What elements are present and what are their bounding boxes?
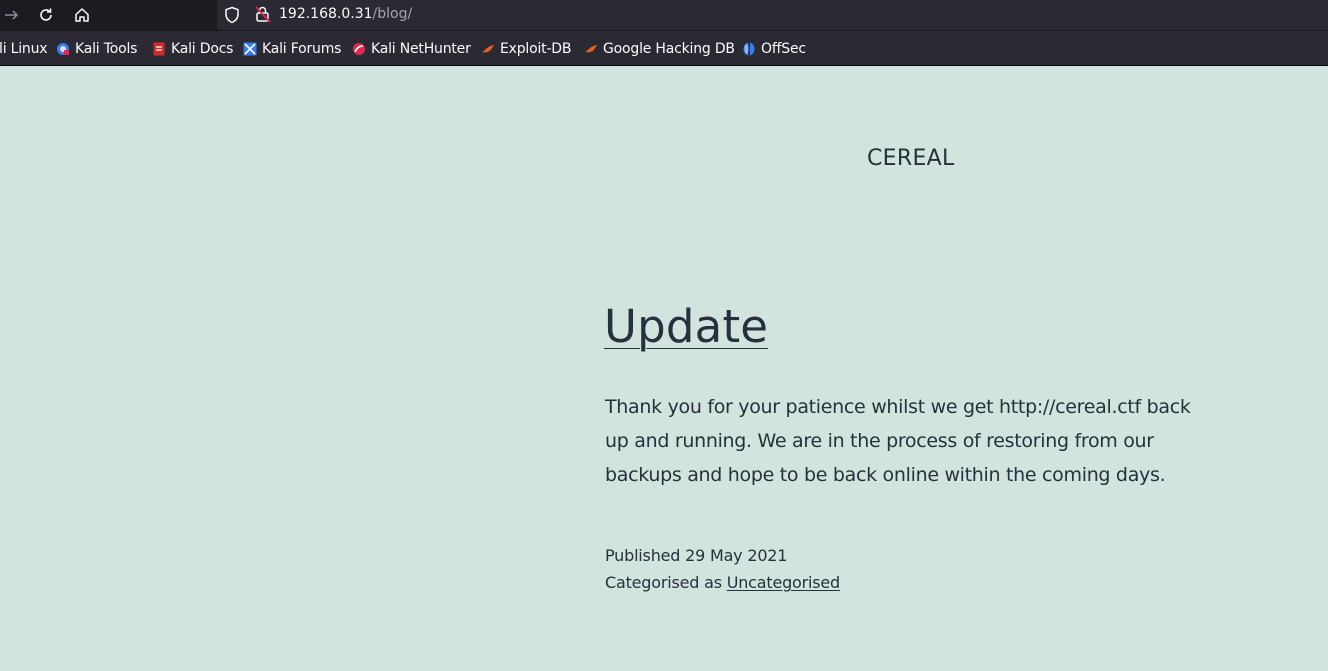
shield-icon[interactable] — [224, 6, 240, 28]
kali-docs-icon — [152, 42, 166, 56]
bookmark-label: Exploit-DB — [500, 41, 572, 57]
arrow-right-icon — [5, 10, 19, 20]
kali-nethunter-icon — [352, 42, 366, 56]
category-link[interactable]: Uncategorised — [727, 573, 840, 592]
published-date: 29 May 2021 — [685, 546, 788, 565]
bookmark-offsec[interactable]: OffSec — [742, 40, 806, 58]
bookmark-label: Kali Tools — [75, 41, 138, 57]
home-icon — [75, 8, 89, 22]
bookmark-exploit-db[interactable]: Exploit-DB — [481, 40, 571, 58]
post-body: Thank you for your patience whilst we ge… — [605, 396, 1191, 486]
site-title[interactable]: CEREAL — [867, 146, 955, 171]
post-category: Categorised as Uncategorised — [605, 573, 840, 592]
browser-toolbar: 192.168.0.31/blog/ — [0, 0, 1328, 31]
google-hacking-db-icon — [584, 42, 598, 56]
home-button[interactable] — [70, 4, 94, 26]
forward-button[interactable] — [0, 4, 24, 26]
bookmark-label: OffSec — [761, 41, 806, 57]
insecure-lock-icon[interactable] — [254, 5, 272, 27]
url-host: 192.168.0.31 — [279, 6, 373, 22]
url-text[interactable]: 192.168.0.31/blog/ — [279, 6, 412, 22]
reload-icon — [40, 8, 52, 21]
address-bar[interactable]: 192.168.0.31/blog/ — [217, 0, 1328, 30]
offsec-icon — [742, 42, 756, 56]
bookmark-label: Google Hacking DB — [603, 41, 735, 57]
bookmark-label: Kali Docs — [171, 41, 234, 57]
reload-button[interactable] — [34, 4, 58, 26]
bookmark-label: Kali NetHunter — [371, 41, 471, 57]
bookmark-google-hacking-db[interactable]: Google Hacking DB — [584, 40, 735, 58]
exploit-db-icon — [481, 42, 495, 56]
bookmark-label: li Linux — [0, 41, 48, 57]
category-prefix: Categorised as — [605, 573, 722, 592]
bookmarks-toolbar: li Linux Kali Tools Kali Docs Kali Forum… — [0, 31, 1328, 66]
post-published: Published 29 May 2021 — [605, 546, 787, 565]
published-prefix: Published — [605, 546, 681, 565]
bookmark-kali-tools[interactable]: Kali Tools — [56, 40, 137, 58]
url-path: /blog/ — [372, 6, 413, 22]
bookmark-kali-nethunter[interactable]: Kali NetHunter — [352, 40, 471, 58]
bookmark-kali-linux[interactable]: li Linux — [0, 40, 48, 58]
kali-forums-icon — [243, 42, 257, 56]
kali-tools-icon — [56, 42, 70, 56]
bookmark-label: Kali Forums — [262, 41, 342, 57]
bookmark-kali-docs[interactable]: Kali Docs — [152, 40, 233, 58]
bookmark-kali-forums[interactable]: Kali Forums — [243, 40, 341, 58]
post-title-link[interactable]: Update — [604, 300, 768, 353]
